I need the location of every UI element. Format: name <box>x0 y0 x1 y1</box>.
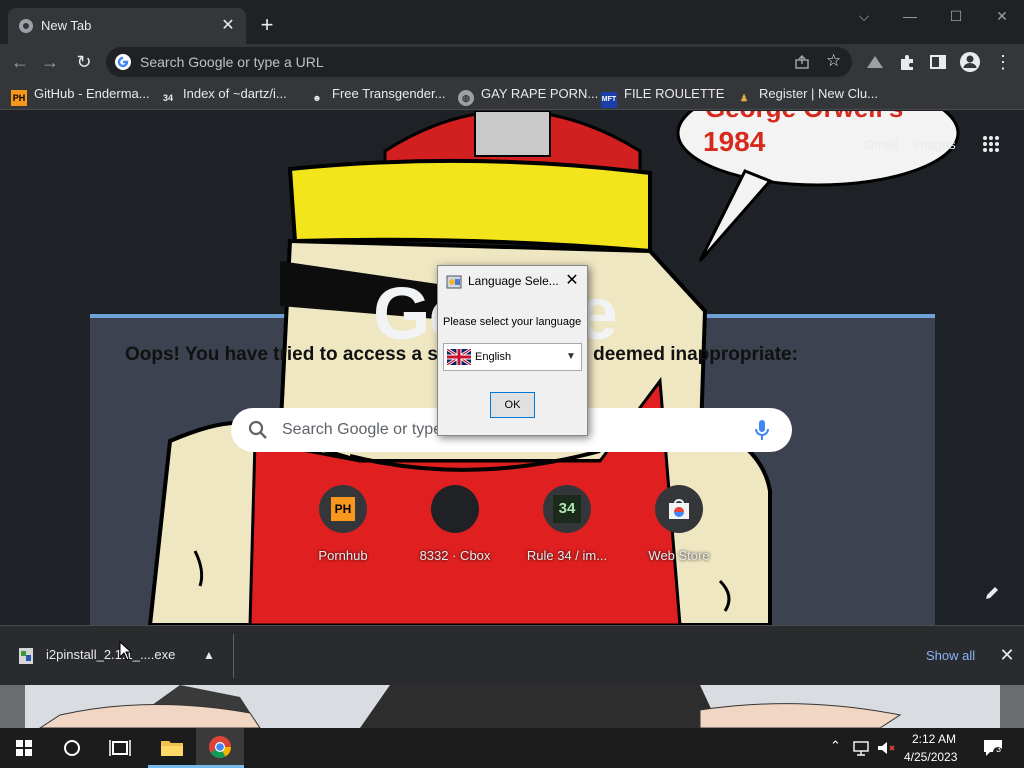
dialog-title: Language Sele... <box>468 274 559 288</box>
extension-arrow-icon[interactable] <box>866 54 884 70</box>
bookmark-free-trans[interactable]: ☻ Free Transgender... <box>309 86 445 104</box>
profile-avatar-icon[interactable] <box>960 52 980 72</box>
microphone-icon[interactable] <box>753 418 771 442</box>
download-shelf: i2pinstall_2.1.1_....exe ▲ Show all ✕ <box>0 625 1024 685</box>
minimize-button[interactable]: — <box>895 6 925 26</box>
show-all-link[interactable]: Show all <box>926 648 975 663</box>
windows-taskbar: ⌃ 2:12 AM 4/25/2023 3 <box>0 728 1024 768</box>
chevron-down-icon: ▼ <box>566 351 576 362</box>
installer-file-icon <box>19 648 33 664</box>
bookmark-label: Index of ~dartz/i... <box>183 86 287 101</box>
shortcut-rule34[interactable]: 34 Rule 34 / im... <box>512 485 622 563</box>
ok-button[interactable]: OK <box>490 392 535 418</box>
tab-new-tab[interactable]: New Tab ✕ <box>8 8 246 44</box>
clock-time[interactable]: 2:12 AM <box>912 732 956 746</box>
bookmark-star-icon[interactable]: ☆ <box>826 51 841 71</box>
gmail-link[interactable]: Gmail <box>864 137 898 152</box>
wallpaper-art <box>0 685 1024 728</box>
images-link[interactable]: Images <box>913 137 956 152</box>
chevron-up-icon[interactable]: ▲ <box>198 644 220 666</box>
shortcut-label: 8332 · Cbox <box>419 548 491 563</box>
selected-language: English <box>475 351 512 363</box>
dialog-close-button[interactable]: ✕ <box>560 270 584 292</box>
omnibox[interactable]: Search Google or type a URL ☆ <box>106 47 852 77</box>
forward-button[interactable]: → <box>38 50 62 74</box>
34-icon: 34 <box>162 93 173 103</box>
close-icon[interactable]: ✕ <box>996 644 1018 666</box>
divider <box>233 634 234 678</box>
tab-search-chevron-icon[interactable]: ⌵ <box>849 6 879 26</box>
new-tab-button[interactable]: + <box>256 14 278 36</box>
bookmark-label: Register | New Clu... <box>759 86 878 101</box>
bookmark-github[interactable]: PH GitHub - Enderma... <box>11 86 150 106</box>
bookmark-dartz-index[interactable]: 34 Index of ~dartz/i... <box>160 86 287 104</box>
shortcut-tile <box>655 485 703 533</box>
share-icon[interactable] <box>794 54 810 70</box>
bookmark-globe[interactable]: ◍ GAY RAPE PORN... <box>458 86 599 106</box>
shortcut-label: Rule 34 / im... <box>526 548 608 563</box>
title-bar: New Tab ✕ + ⌵ — ☐ ✕ <box>0 0 1024 44</box>
download-file-name[interactable]: i2pinstall_2.1.1_....exe <box>46 647 175 662</box>
globe-icon: ◍ <box>458 90 474 106</box>
google-apps-grid-icon[interactable] <box>982 135 1000 153</box>
close-window-button[interactable]: ✕ <box>987 6 1017 26</box>
bookmarks-bar: PH GitHub - Enderma... 34 Index of ~dartz/… <box>0 80 1024 110</box>
mft-icon: MFT <box>601 92 617 108</box>
web-store-icon <box>669 499 689 519</box>
windows-start-icon[interactable] <box>0 728 48 768</box>
volume-muted-icon[interactable] <box>876 740 896 756</box>
tab-title: New Tab <box>41 18 92 33</box>
installer-icon <box>446 275 462 289</box>
shortcut-label: Web Store <box>648 548 710 563</box>
network-icon[interactable] <box>852 740 870 756</box>
ph-icon: PH <box>11 90 27 106</box>
shortcut-cbox[interactable]: 8332 · Cbox <box>400 485 510 563</box>
task-view-icon[interactable] <box>96 728 144 768</box>
shortcut-label: Pornhub <box>318 548 368 563</box>
dialog-prompt: Please select your language <box>443 316 582 328</box>
bookmark-register[interactable]: ♟ Register | New Clu... <box>736 86 878 104</box>
shortcut-pornhub[interactable]: PH Pornhub <box>288 485 398 563</box>
cortana-search-icon[interactable] <box>48 728 96 768</box>
34-icon: 34 <box>553 495 581 523</box>
omnibox-placeholder: Search Google or type a URL <box>140 54 324 70</box>
chevron-up-icon[interactable]: ⌃ <box>830 738 841 754</box>
ph-icon: PH <box>331 497 355 521</box>
uk-flag-icon <box>447 349 471 365</box>
bubble-text-line1: George Orwell's <box>705 111 903 123</box>
mask-icon: ☻ <box>312 93 322 103</box>
menu-kebab-icon[interactable]: ⋮ <box>991 50 1015 74</box>
shortcut-tile <box>431 485 479 533</box>
chrome-taskbar-icon[interactable] <box>196 728 244 768</box>
person-icon: ♟ <box>739 93 749 103</box>
bookmark-file-roulette[interactable]: MFT FILE ROULETTE <box>601 86 725 108</box>
customize-pencil-icon[interactable] <box>984 585 1000 601</box>
mouse-cursor-icon <box>119 641 133 661</box>
notification-count-badge: 3 <box>996 744 1002 754</box>
chrome-icon <box>19 19 33 33</box>
tab-close-icon[interactable]: ✕ <box>218 16 238 36</box>
shortcut-tile: 34 <box>543 485 591 533</box>
bookmark-label: GitHub - Enderma... <box>34 86 150 101</box>
reload-button[interactable]: ↻ <box>72 50 96 74</box>
google-g-icon <box>115 54 131 70</box>
language-dropdown[interactable]: English ▼ <box>443 343 582 371</box>
extensions-puzzle-icon[interactable] <box>898 53 916 71</box>
shortcut-web-store[interactable]: Web Store <box>624 485 734 563</box>
desktop-wallpaper <box>0 685 1024 728</box>
shortcut-tile: PH <box>319 485 367 533</box>
language-select-dialog: Language Sele... ✕ Please select your la… <box>437 265 588 436</box>
side-panel-icon[interactable] <box>930 54 946 70</box>
back-button[interactable]: ← <box>8 50 32 74</box>
file-explorer-icon[interactable] <box>148 728 196 768</box>
toolbar: ← → ↻ Search Google or type a URL ☆ ⋮ <box>0 44 1024 80</box>
bubble-text-line2: 1984 <box>703 126 766 157</box>
bookmark-label: FILE ROULETTE <box>624 86 725 101</box>
maximize-button[interactable]: ☐ <box>941 6 971 26</box>
clock-date[interactable]: 4/25/2023 <box>904 750 957 764</box>
bookmark-label: GAY RAPE PORN... <box>481 86 599 101</box>
search-icon <box>248 420 267 439</box>
bookmark-label: Free Transgender... <box>332 86 446 101</box>
